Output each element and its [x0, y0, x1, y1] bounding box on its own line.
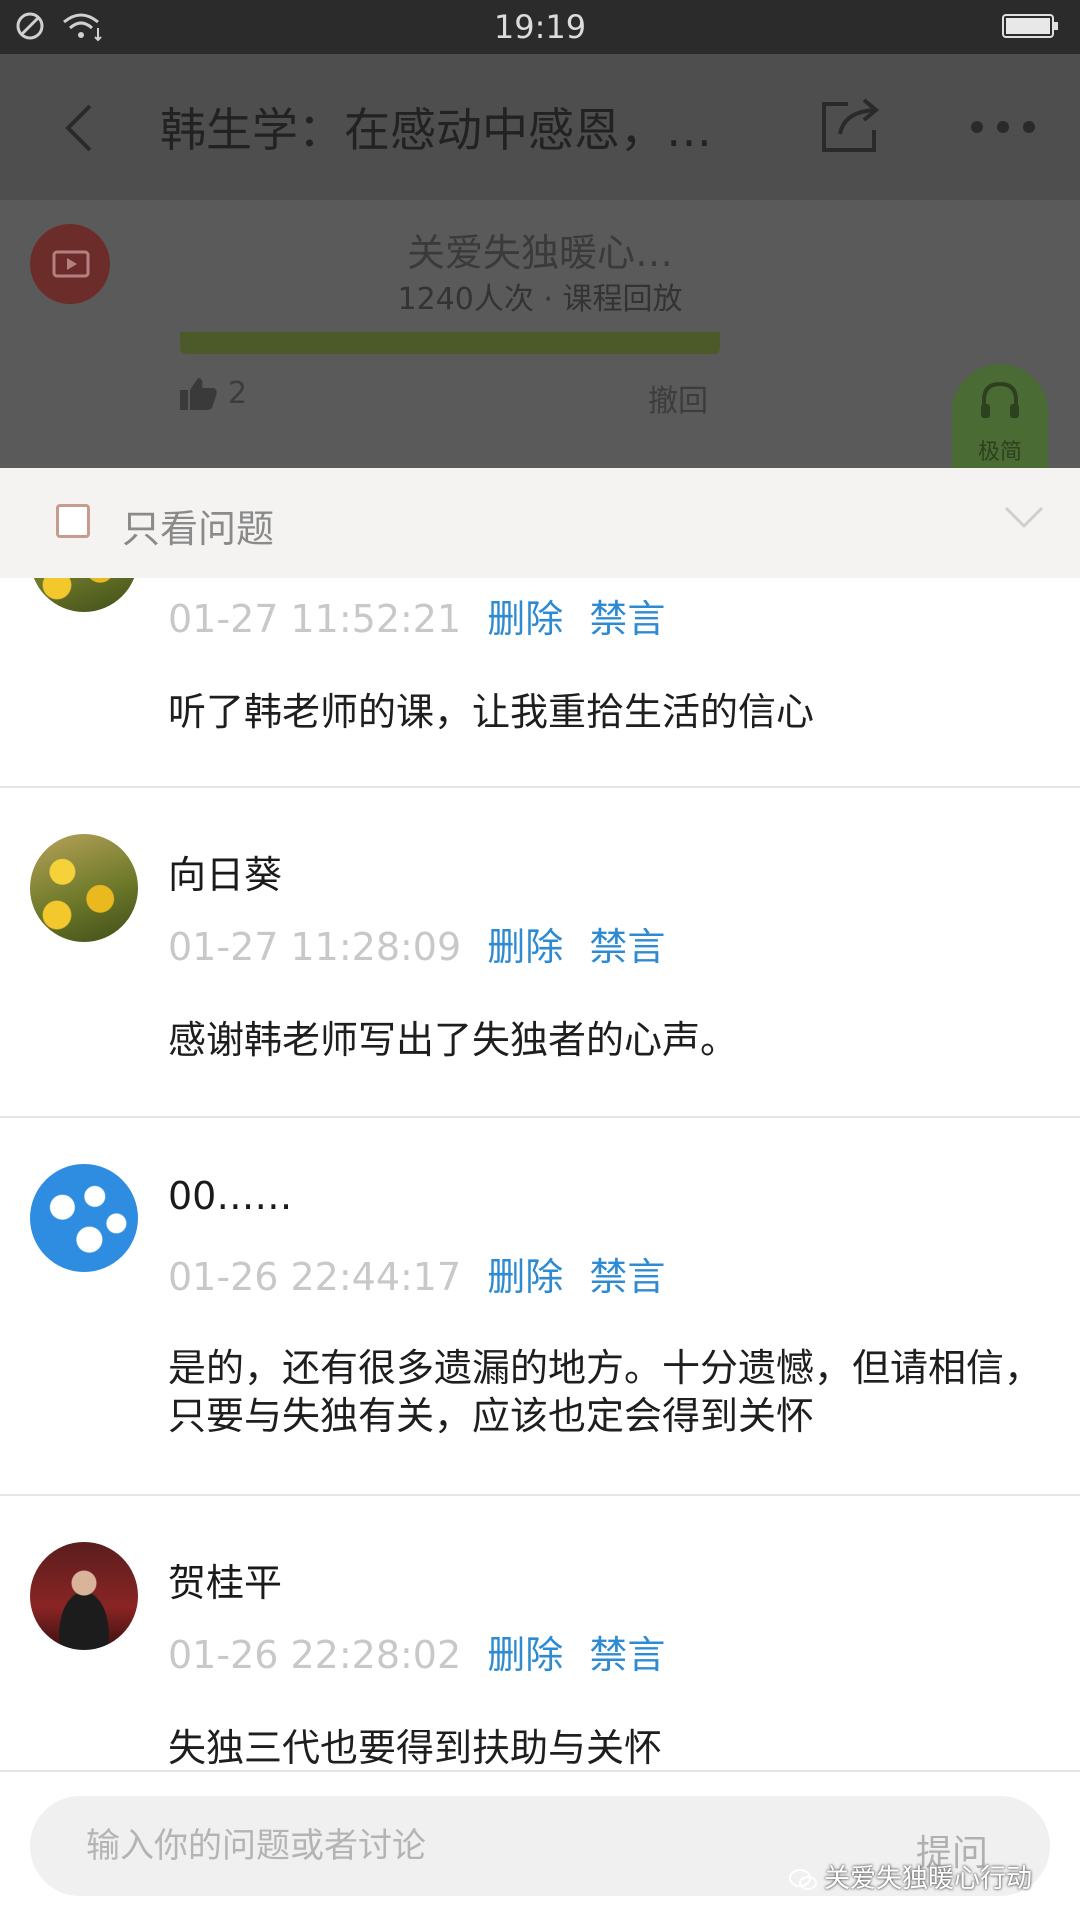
comment-username[interactable]: 贺桂平 — [168, 1552, 282, 1607]
mute-button[interactable]: 禁言 — [589, 1255, 665, 1299]
chevron-down-icon[interactable] — [1004, 506, 1044, 530]
mute-button[interactable]: 禁言 — [589, 925, 665, 969]
comment-text: 感谢韩老师写出了失独者的心声。 — [168, 1018, 739, 1062]
withdraw-button[interactable]: 撤回 — [648, 376, 708, 420]
input-bar: 提问 关爱失独暖心行动 — [0, 1770, 1080, 1922]
comment-username[interactable]: 00…… — [168, 1174, 292, 1218]
mute-button[interactable]: 禁言 — [589, 597, 665, 641]
page-title: 韩生学：在感动中感恩，… — [160, 103, 712, 157]
mute-button[interactable]: 禁言 — [589, 1633, 665, 1677]
share-icon[interactable] — [818, 96, 884, 156]
comment-list[interactable]: 01-27 11:52:21 删除 禁言 听了韩老师的课，让我重拾生活的信心 向… — [0, 578, 1080, 1770]
comment-username[interactable]: 向日葵 — [168, 844, 282, 899]
only-questions-checkbox[interactable] — [56, 504, 90, 538]
comment-item: 01-27 11:52:21 删除 禁言 听了韩老师的课，让我重拾生活的信心 — [0, 578, 1080, 786]
background-page: 韩生学：在感动中感恩，… 关爱失独暖心… 1240人次 · 课程回放 2 撤回 — [0, 54, 1080, 468]
user-avatar[interactable] — [30, 1542, 138, 1650]
comment-item: 00…… 01-26 22:44:17 删除 禁言 是的，还有很多遗漏的地方。十… — [0, 1118, 1080, 1494]
comment-meta: 01-27 11:52:21 删除 禁言 — [168, 588, 665, 643]
user-avatar[interactable] — [30, 578, 138, 612]
more-options-icon[interactable] — [970, 120, 1036, 134]
audio-mode-button[interactable]: 极简 — [952, 364, 1048, 468]
user-avatar[interactable] — [30, 834, 138, 942]
comment-timestamp: 01-27 11:52:21 — [168, 597, 462, 641]
comment-timestamp: 01-27 11:28:09 — [168, 925, 462, 969]
course-meta: 1240人次 · 课程回放 — [397, 282, 683, 317]
user-avatar[interactable] — [30, 1164, 138, 1272]
filter-bar: 只看问题 — [0, 468, 1080, 578]
like-count: 2 — [228, 376, 248, 411]
comment-item: 贺桂平 01-26 22:28:02 删除 禁言 失独三代也要得到扶助与关怀 — [0, 1496, 1080, 1770]
title-bar: 韩生学：在感动中感恩，… — [0, 54, 1080, 200]
only-questions-label[interactable]: 只看问题 — [122, 498, 274, 553]
audio-mode-label: 极简 — [977, 440, 1022, 465]
comment-text: 听了韩老师的课，让我重拾生活的信心 — [168, 690, 815, 734]
comment-meta: 01-26 22:44:17 删除 禁言 — [168, 1246, 665, 1301]
thumbs-up-icon[interactable] — [178, 376, 218, 412]
green-bar — [180, 332, 720, 354]
back-arrow-icon[interactable] — [60, 100, 100, 156]
battery-icon — [1002, 14, 1058, 38]
comment-timestamp: 01-26 22:28:02 — [168, 1633, 462, 1677]
watermark: 关爱失独暖心行动 — [788, 1858, 1032, 1895]
course-name: 关爱失独暖心… — [406, 231, 673, 275]
delete-button[interactable]: 删除 — [487, 1633, 563, 1677]
comment-meta: 01-27 11:28:09 删除 禁言 — [168, 916, 665, 971]
wechat-icon — [789, 1868, 817, 1890]
comment-text: 失独三代也要得到扶助与关怀 — [168, 1726, 663, 1770]
delete-button[interactable]: 删除 — [487, 1255, 563, 1299]
comment-timestamp: 01-26 22:44:17 — [168, 1255, 462, 1299]
delete-button[interactable]: 删除 — [487, 597, 563, 641]
delete-button[interactable]: 删除 — [487, 925, 563, 969]
comment-meta: 01-26 22:28:02 删除 禁言 — [168, 1624, 665, 1679]
status-bar: 19:19 — [0, 0, 1080, 54]
comment-item: 向日葵 01-27 11:28:09 删除 禁言 感谢韩老师写出了失独者的心声。 — [0, 788, 1080, 1116]
status-time: 19:19 — [493, 8, 587, 46]
comment-text: 是的，还有很多遗漏的地方。十分遗憾，但请相信，只要与失独有关，应该也定会得到关怀 — [168, 1346, 1043, 1438]
watermark-text: 关爱失独暖心行动 — [824, 1864, 1033, 1894]
headphones-icon — [981, 381, 1019, 418]
